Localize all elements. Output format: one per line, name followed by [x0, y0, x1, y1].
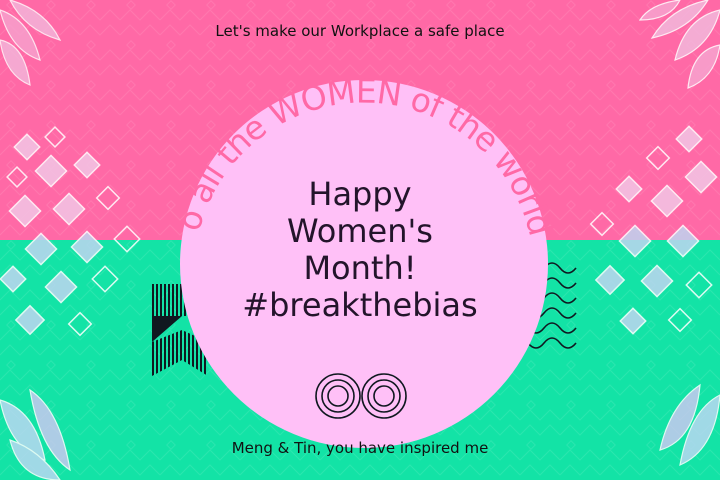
greeting-card: To all the WOMEN of the world, Let's mak…: [0, 0, 720, 480]
bottom-caption: Meng & Tin, you have inspired me: [231, 439, 489, 457]
headline-line-3: Month!: [303, 249, 417, 287]
top-caption: Let's make our Workplace a safe place: [215, 22, 505, 40]
headline: Happy Women's Month! #breakthebias: [200, 176, 520, 324]
headline-line-1: Happy: [308, 175, 412, 213]
headline-line-2: Women's: [287, 212, 433, 250]
headline-line-4: #breakthebias: [242, 286, 478, 324]
concentric-circles-icon: [315, 373, 407, 419]
